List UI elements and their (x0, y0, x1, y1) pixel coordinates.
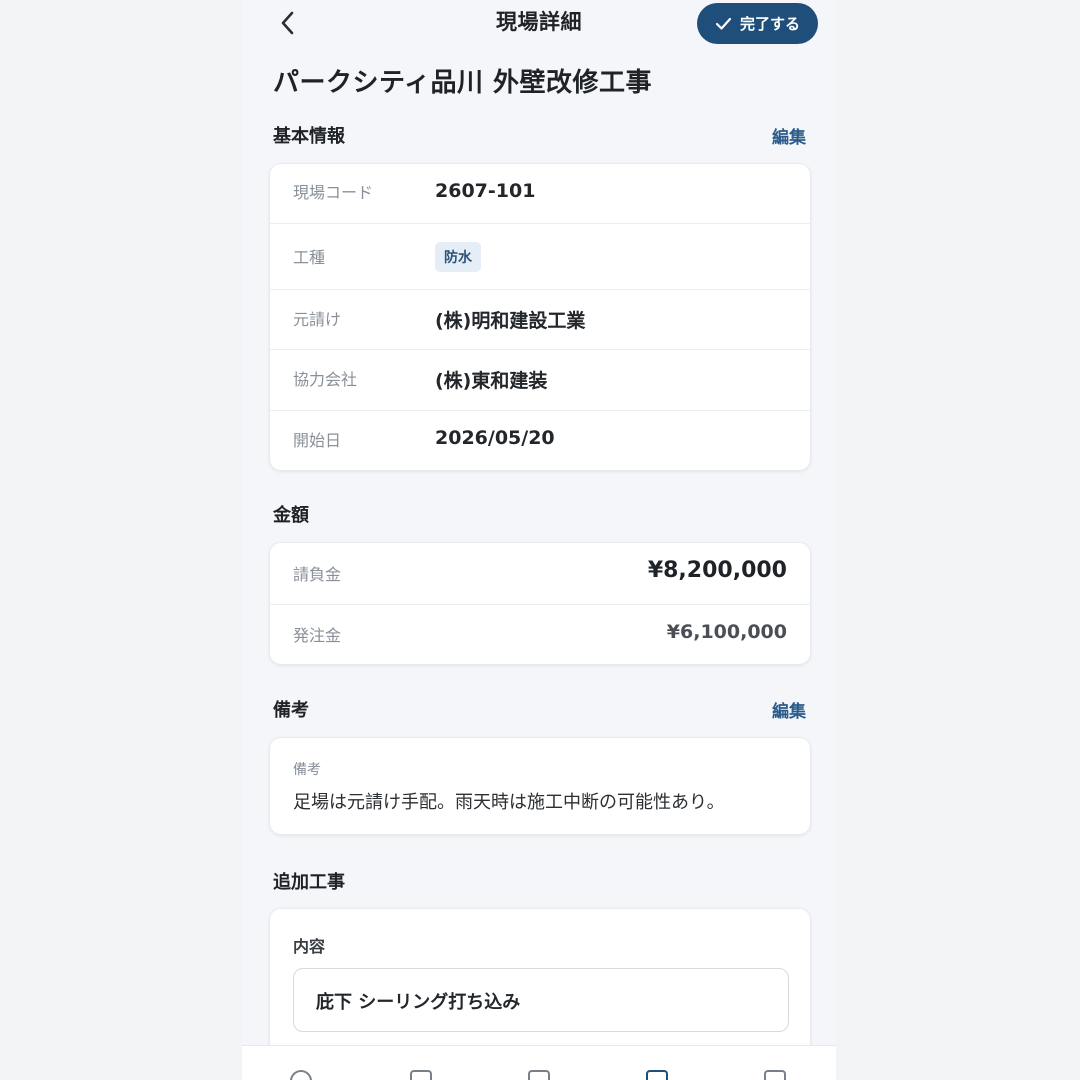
start-date-value: 2026/05/20 (435, 427, 555, 449)
site-name: パークシティ品川 外壁改修工事 (273, 68, 652, 98)
contract-amount-value: ¥8,200,000 (647, 558, 787, 583)
right-backdrop (836, 0, 1080, 1080)
site-code-value: 2607-101 (435, 180, 536, 202)
info-row-prime-contractor: 元請け (株)明和建設工業 (270, 290, 810, 350)
work-type-label: 工種 (293, 248, 326, 267)
settings-icon[interactable] (764, 1070, 786, 1080)
top-bar: 現場詳細 完了する (242, 0, 836, 46)
info-row-site-code: 現場コード 2607-101 (270, 164, 810, 224)
bottom-tab-bar (242, 1045, 836, 1080)
prime-contractor-value: (株)明和建設工業 (435, 310, 586, 332)
order-amount-value: ¥6,100,000 (666, 621, 787, 643)
info-row-work-type: 工種 防水 (270, 224, 810, 290)
notes-text: 足場は元請け手配。雨天時は施工中断の可能性あり。 (293, 792, 725, 813)
save-icon[interactable] (410, 1070, 432, 1080)
notes-heading: 備考 (273, 700, 309, 721)
start-date-label: 開始日 (293, 431, 342, 450)
home-icon[interactable] (290, 1070, 312, 1080)
info-row-start-date: 開始日 2026/05/20 (270, 411, 810, 470)
check-icon (715, 17, 732, 30)
amount-row-order: 発注金 ¥6,100,000 (270, 605, 810, 664)
amounts-card: 請負金 ¥8,200,000 発注金 ¥6,100,000 (269, 542, 811, 665)
content-field-label: 内容 (293, 937, 326, 956)
notes-card: 備考 足場は元請け手配。雨天時は施工中断の可能性あり。 (269, 737, 811, 835)
info-row-partner-company: 協力会社 (株)東和建装 (270, 350, 810, 411)
order-amount-label: 発注金 (293, 626, 342, 645)
amount-row-contract: 請負金 ¥8,200,000 (270, 543, 810, 605)
contract-amount-label: 請負金 (293, 565, 342, 584)
content-input[interactable]: 庇下 シーリング打ち込み (293, 968, 789, 1032)
complete-button-label: 完了する (739, 15, 800, 33)
basic-info-edit-link[interactable]: 編集 (772, 123, 806, 148)
basic-info-card: 現場コード 2607-101 工種 防水 元請け (株)明和建設工業 協力会社 … (269, 163, 811, 471)
left-backdrop (0, 0, 242, 1080)
work-type-badge: 防水 (435, 242, 481, 272)
partner-company-value: (株)東和建装 (435, 370, 548, 392)
prime-contractor-label: 元請け (293, 310, 342, 329)
site-code-label: 現場コード (293, 183, 374, 202)
notes-label: 備考 (293, 762, 321, 778)
basic-info-heading: 基本情報 (273, 126, 345, 147)
complete-button[interactable]: 完了する (697, 3, 818, 44)
amounts-heading: 金額 (273, 505, 309, 526)
calculator-icon[interactable] (528, 1070, 550, 1080)
additional-work-card: 内容 庇下 シーリング打ち込み (269, 908, 811, 1068)
phone-screen: 現場詳細 完了する パークシティ品川 外壁改修工事 基本情報 編集 現場コード … (242, 0, 836, 1080)
partner-company-label: 協力会社 (293, 370, 358, 389)
hammer-icon[interactable] (646, 1070, 668, 1080)
additional-work-heading: 追加工事 (273, 872, 345, 893)
notes-edit-link[interactable]: 編集 (772, 697, 806, 722)
